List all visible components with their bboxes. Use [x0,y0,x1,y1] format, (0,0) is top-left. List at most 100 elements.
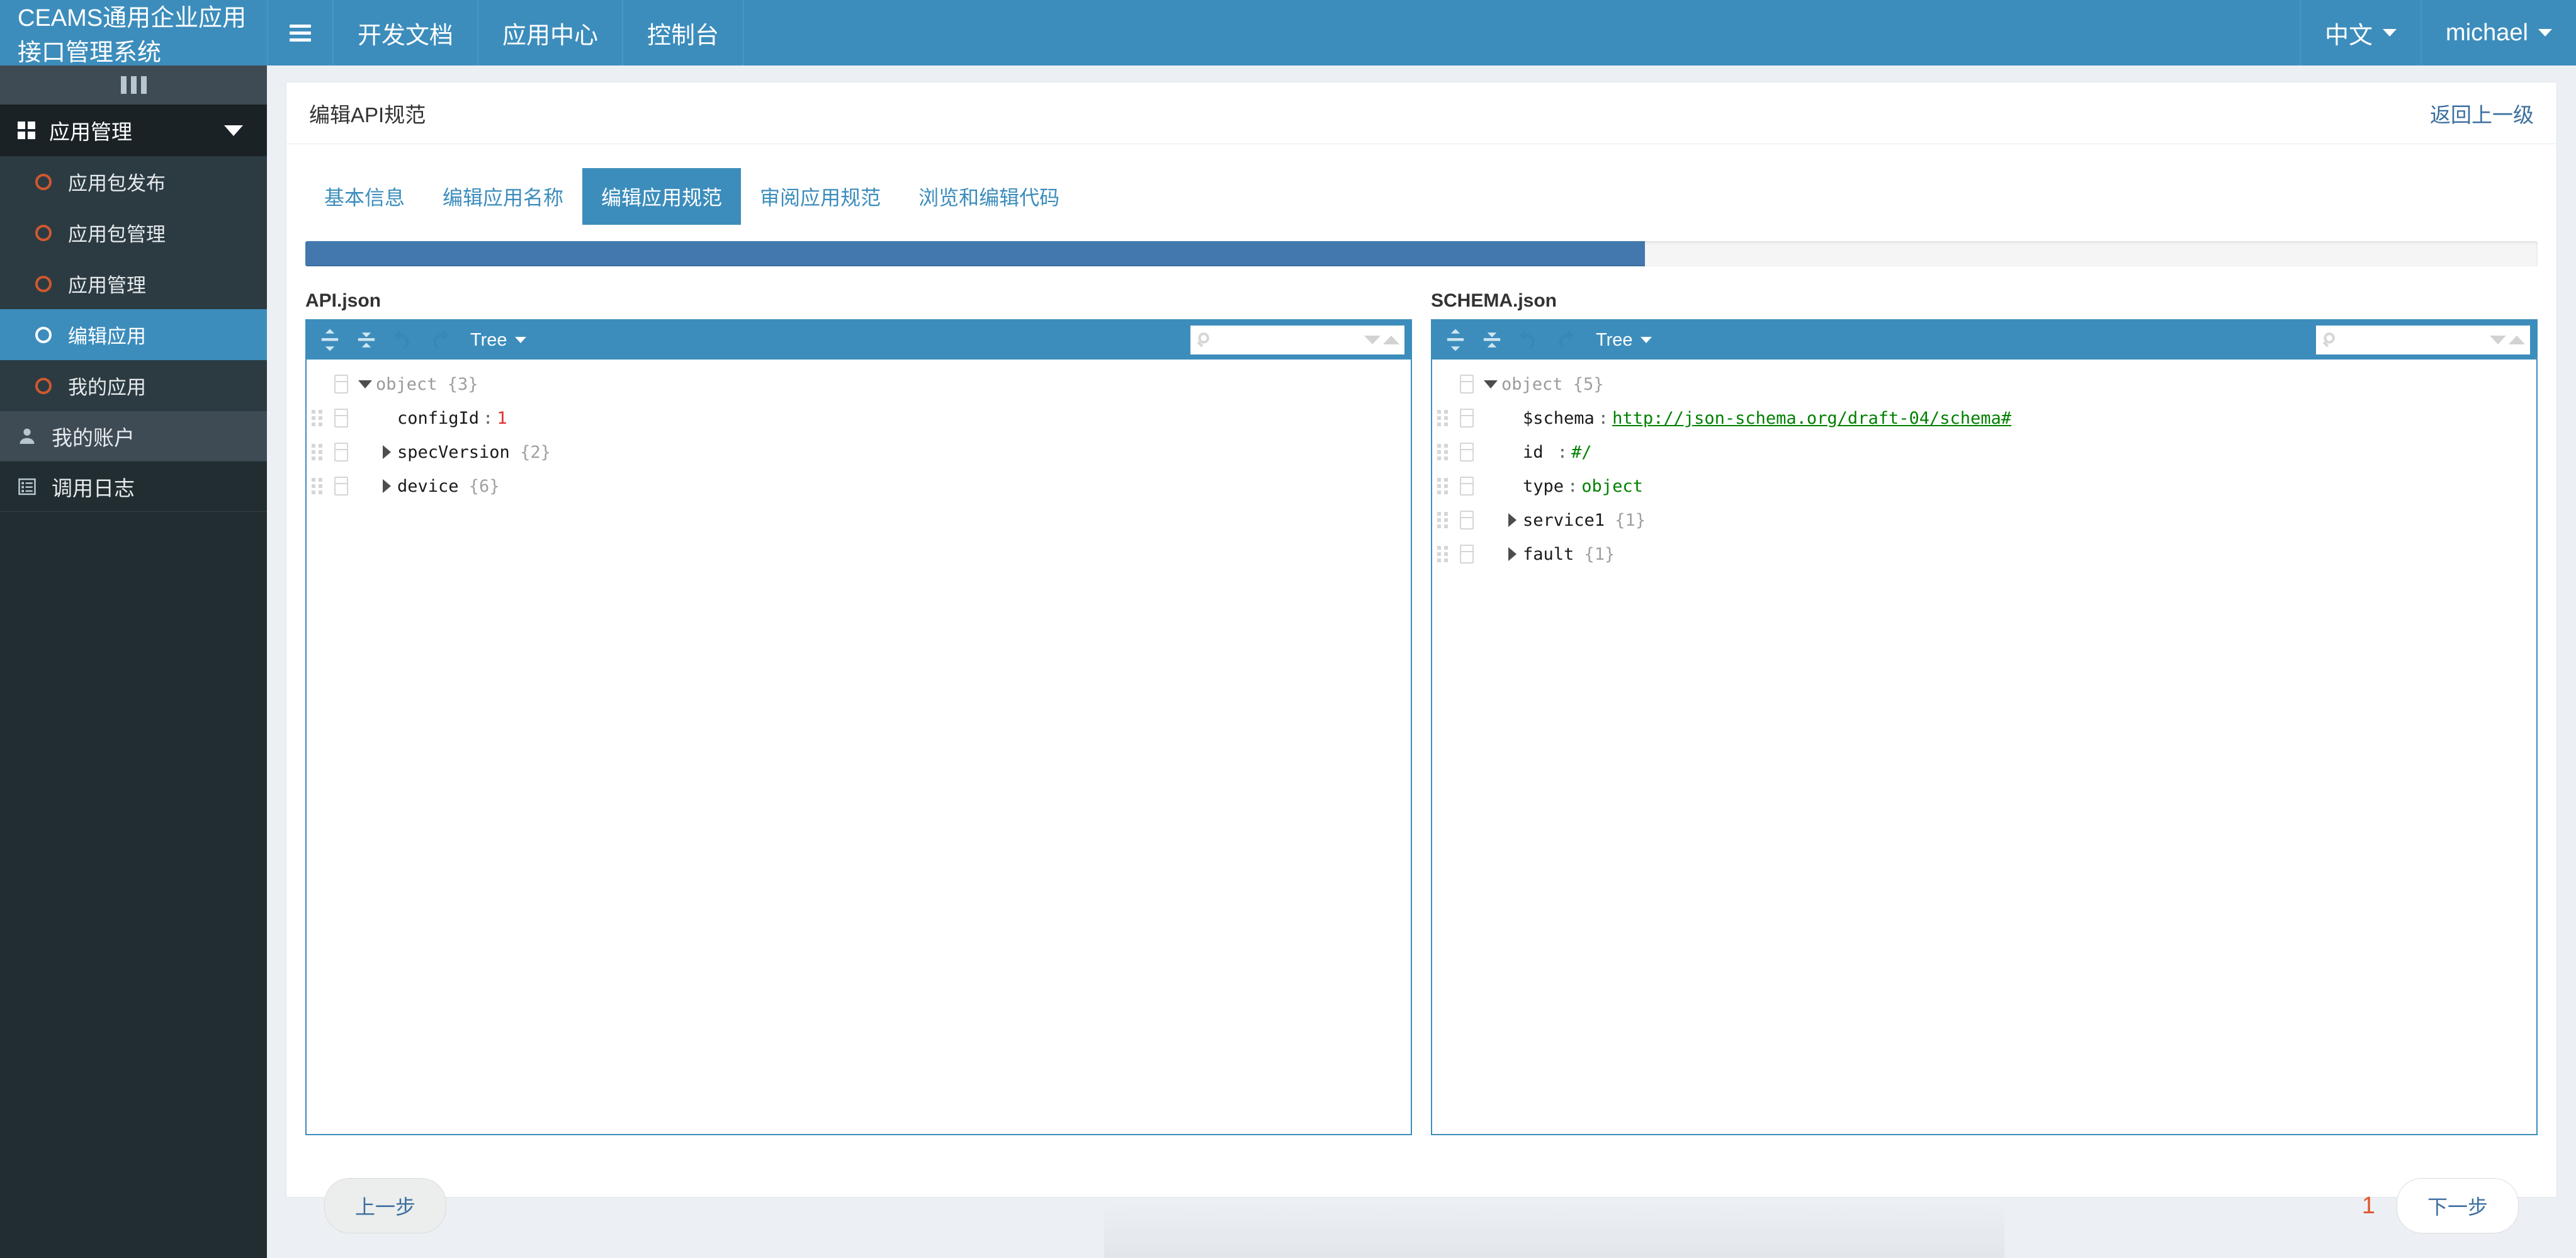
editor-title-api: API.json [305,290,381,311]
main-panel: 编辑API规范 返回上一级 基本信息 编辑应用名称 编辑应用规范 审阅应用规范 … [286,82,2557,1233]
triangle-down-icon[interactable] [1364,336,1381,344]
drag-handle-icon[interactable] [1437,410,1454,426]
editor-search-input-api[interactable] [1214,329,1362,351]
sidebar-group-app-management[interactable]: 应用管理 [0,105,267,156]
app-root: CEAMS通用企业应用接口管理系统 开发文档 应用中心 控制台 中文 micha… [0,0,2576,1258]
sidebar-item-my-account[interactable]: 我的账户 [0,411,267,462]
editor-mode-dropdown-schema[interactable]: Tree [1596,330,1652,351]
editor-search-input-schema[interactable] [2340,329,2487,351]
collapse-toggle-icon[interactable] [354,380,376,388]
drag-handle-icon[interactable] [312,444,328,460]
json-tree-row[interactable]: type: object [1432,469,2536,503]
json-tree-row[interactable]: device {6} [307,469,1411,503]
field-type-icon[interactable] [334,409,348,428]
sidebar-item-app-package-management[interactable]: 应用包管理 [0,207,267,258]
json-separator: : [1557,442,1568,462]
json-separator: : [483,408,494,428]
triangle-up-icon[interactable] [1383,336,1399,344]
triangle-down-icon[interactable] [2490,336,2506,344]
chevron-down-icon [2383,29,2397,37]
json-tree-row[interactable]: id : #/ [1432,435,2536,469]
tab-edit-app-name[interactable]: 编辑应用名称 [424,168,582,225]
field-type-icon[interactable] [1460,477,1474,496]
json-key: object [1501,374,1563,394]
field-type-icon[interactable] [1460,375,1474,394]
expand-all-icon[interactable] [313,324,347,356]
expand-toggle-icon[interactable] [1501,513,1523,527]
expand-toggle-icon[interactable] [376,445,397,459]
field-type-icon[interactable] [334,477,348,496]
drag-handle-icon[interactable] [1437,478,1454,494]
field-type-icon[interactable] [1460,409,1474,428]
circle-icon [35,173,52,190]
sidebar-item-my-apps[interactable]: 我的应用 [0,360,267,411]
sidebar-item-app-management[interactable]: 应用管理 [0,258,267,309]
redo-icon[interactable] [1548,324,1582,356]
next-step-button[interactable]: 下一步 [2396,1178,2519,1233]
field-type-icon[interactable] [1460,545,1474,564]
user-menu[interactable]: michael [2421,0,2576,65]
nav-item-app-center[interactable]: 应用中心 [477,0,622,65]
drag-handle-icon[interactable] [1437,444,1454,460]
expand-toggle-icon[interactable] [1501,547,1523,561]
triangle-up-icon[interactable] [2509,336,2525,344]
field-type-icon[interactable] [1460,511,1474,530]
editor-mode-label: Tree [470,329,507,350]
field-type-icon[interactable] [1460,443,1474,462]
sidebar-item-call-logs[interactable]: 调用日志 [0,462,267,512]
json-child-count: {2} [509,442,551,462]
collapse-all-icon[interactable] [349,324,383,356]
drag-handle-icon[interactable] [312,410,328,426]
sidebar-item-edit-app[interactable]: 编辑应用 [0,309,267,360]
sidebar-item-label: 应用管理 [68,275,146,297]
user-icon [15,426,39,446]
tab-edit-app-spec[interactable]: 编辑应用规范 [582,168,742,225]
circle-icon [35,326,52,343]
json-editor-toolbar-api: Tree [307,320,1411,360]
drag-handle-icon[interactable] [1437,512,1454,528]
expand-toggle-icon[interactable] [376,479,397,493]
page-number: 1 [2361,1192,2375,1219]
json-tree-row[interactable]: object {5} [1432,367,2536,401]
sidebar-collapse-toggle[interactable] [0,65,267,105]
prev-step-button[interactable]: 上一步 [324,1178,447,1233]
language-selector[interactable]: 中文 [2300,0,2421,65]
json-tree-row[interactable]: object {3} [307,367,1411,401]
pager: 1 下一步 [2362,1178,2519,1233]
tab-basic-info[interactable]: 基本信息 [305,168,424,225]
search-icon [1197,332,1209,348]
json-tree-row[interactable]: fault {1} [1432,537,2536,571]
json-editor-schema: Tree object {5} $schema: http://json-schem… [1431,319,2538,1135]
sidebar-item-app-package-publish[interactable]: 应用包发布 [0,156,267,207]
collapse-all-icon[interactable] [1475,324,1509,356]
wizard-tabs: 基本信息 编辑应用名称 编辑应用规范 审阅应用规范 浏览和编辑代码 [286,144,2556,225]
nav-item-console[interactable]: 控制台 [622,0,743,65]
collapse-toggle-icon[interactable] [1480,380,1501,388]
undo-icon[interactable] [386,324,420,356]
tab-browse-edit-code[interactable]: 浏览和编辑代码 [900,168,1078,225]
json-value[interactable]: #/ [1571,443,1592,462]
json-tree-row[interactable]: $schema: http://json-schema.org/draft-04/… [1432,401,2536,435]
json-value[interactable]: object [1581,477,1643,496]
tab-review-app-spec[interactable]: 审阅应用规范 [741,168,900,225]
json-value[interactable]: 1 [497,409,507,428]
field-type-icon[interactable] [334,443,348,462]
chevron-down-icon [514,337,526,343]
sidebar-item-label: 应用包发布 [68,173,166,195]
redo-icon[interactable] [422,324,456,356]
sidebar-group-label: 应用管理 [49,120,132,144]
json-editor-toolbar-schema: Tree [1432,320,2536,360]
sidebar-toggle-button[interactable] [267,0,332,65]
expand-all-icon[interactable] [1438,324,1472,356]
field-type-icon[interactable] [334,375,348,394]
drag-handle-icon[interactable] [312,478,328,494]
editor-mode-dropdown-api[interactable]: Tree [470,330,526,351]
json-value[interactable]: http://json-schema.org/draft-04/schema# [1612,409,2011,428]
drag-handle-icon[interactable] [1437,546,1454,562]
json-tree-row[interactable]: service1 {1} [1432,503,2536,537]
nav-item-dev-docs[interactable]: 开发文档 [332,0,477,65]
json-tree-row[interactable]: configId:1 [307,401,1411,435]
undo-icon[interactable] [1511,324,1545,356]
json-tree-row[interactable]: specVersion {2} [307,435,1411,469]
back-link[interactable]: 返回上一级 [2430,98,2534,128]
